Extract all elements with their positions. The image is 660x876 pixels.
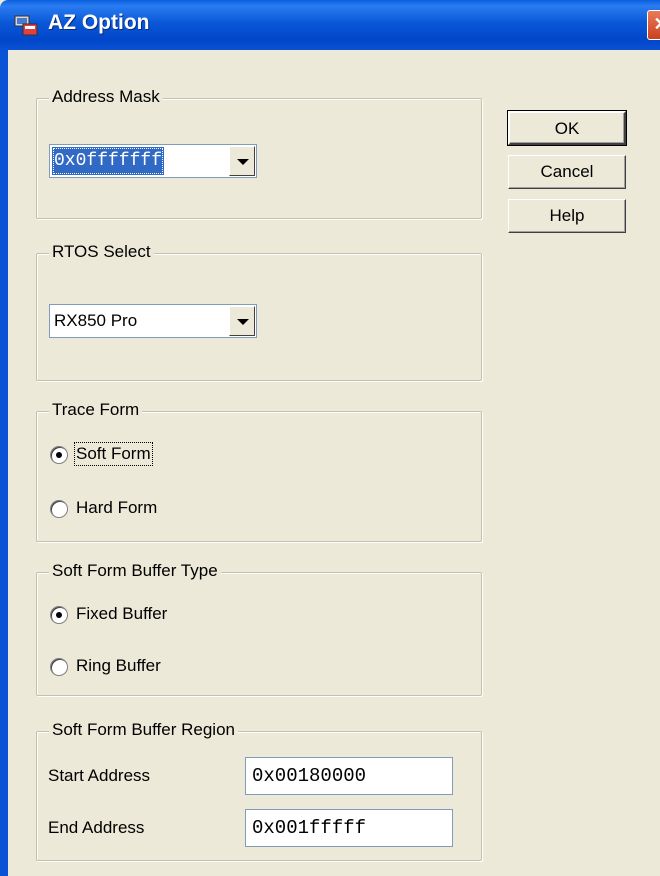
- start-address-field[interactable]: 0x00180000: [245, 757, 453, 795]
- radio-label[interactable]: Fixed Buffer: [76, 604, 167, 624]
- chevron-down-icon[interactable]: [229, 146, 255, 176]
- chevron-down-icon[interactable]: [229, 306, 255, 336]
- buffer-type-label: Soft Form Buffer Type: [49, 561, 221, 581]
- close-icon: ✕: [653, 14, 660, 34]
- help-button[interactable]: Help: [508, 199, 626, 233]
- end-address-label: End Address: [48, 818, 145, 837]
- ok-button[interactable]: OK: [507, 110, 627, 146]
- trace-form-label: Trace Form: [49, 400, 143, 420]
- window-frame-left: [0, 50, 8, 876]
- rtos-select-value: RX850 Pro: [54, 311, 138, 330]
- radio-button[interactable]: [50, 500, 68, 518]
- radio-label[interactable]: Hard Form: [76, 498, 157, 518]
- rtos-select-label: RTOS Select: [49, 242, 154, 262]
- trace-form-group: Trace Form: [36, 400, 482, 542]
- address-mask-value[interactable]: 0x0fffffff: [52, 147, 165, 175]
- cancel-button[interactable]: Cancel: [508, 155, 626, 189]
- address-mask-label: Address Mask: [49, 87, 163, 107]
- end-address-field[interactable]: 0x001fffff: [245, 809, 453, 847]
- close-button[interactable]: ✕: [647, 10, 660, 40]
- radio-button[interactable]: [50, 658, 68, 676]
- radio-button[interactable]: [50, 446, 68, 464]
- address-mask-combo[interactable]: 0x0fffffff: [49, 144, 257, 178]
- title-bar[interactable]: AZ Option ✕: [0, 0, 660, 50]
- buffer-region-label: Soft Form Buffer Region: [49, 720, 238, 740]
- buffer-type-group: Soft Form Buffer Type: [36, 561, 482, 696]
- radio-label[interactable]: Ring Buffer: [76, 656, 161, 676]
- start-address-label: Start Address: [48, 766, 151, 785]
- radio-button[interactable]: [50, 606, 68, 624]
- window-title: AZ Option: [48, 11, 150, 34]
- app-icon: [14, 15, 38, 36]
- rtos-select-combo[interactable]: RX850 Pro: [49, 304, 257, 338]
- radio-label[interactable]: Soft Form: [74, 442, 153, 466]
